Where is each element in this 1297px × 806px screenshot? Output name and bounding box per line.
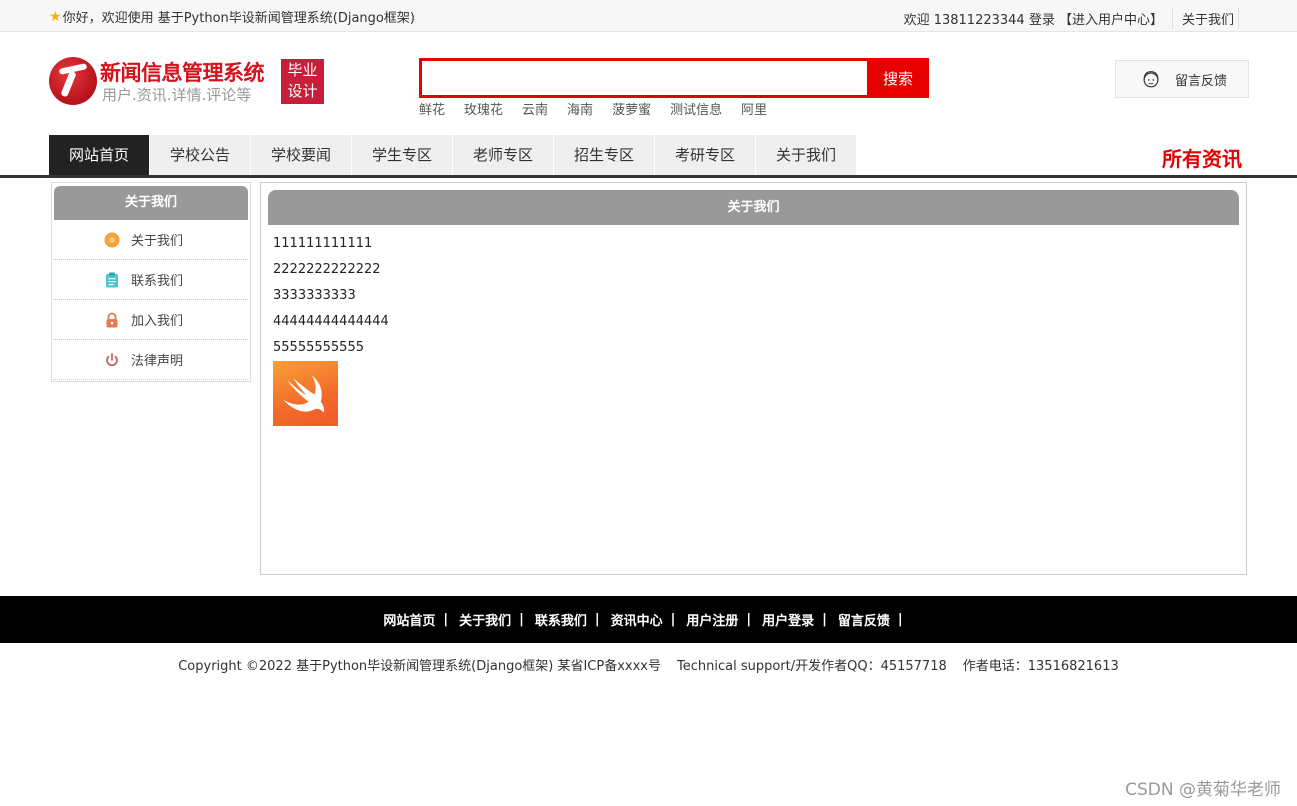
clipboard-icon (106, 272, 118, 287)
user-links: 欢迎 13811223344 登录 【进入用户中心】 关于我们 (904, 7, 1239, 29)
logo-subtitle: 用户.资讯.详情.评论等 (102, 86, 252, 104)
search-input[interactable] (422, 61, 867, 95)
nav-item-admissions[interactable]: 招生专区 (554, 135, 654, 175)
footer-link-about[interactable]: 关于我们 (459, 610, 511, 629)
sidebar-item-about[interactable]: 关于我们 (54, 220, 248, 260)
swift-logo-icon (283, 375, 325, 413)
footer-link-register[interactable]: 用户注册 (686, 610, 738, 629)
footer-link-news[interactable]: 资讯中心 (611, 610, 663, 629)
hotword-link[interactable]: 鲜花 (419, 99, 445, 118)
welcome-message: ★ 你好，欢迎使用 基于Python毕设新闻管理系统(Django框架) (49, 7, 415, 27)
footer-nav: 网站首页 | 关于我们 | 联系我们 | 资讯中心 | 用户注册 | 用户登录 | 留言反馈… (0, 596, 1297, 643)
divider: | (519, 612, 524, 627)
divider: | (746, 612, 752, 627)
hotword-link[interactable]: 测试信息 (670, 99, 722, 118)
watermark: CSDN @黄菊华老师 (1125, 780, 1281, 800)
content-title: 关于我们 (268, 190, 1239, 225)
hotword-link[interactable]: 玫瑰花 (464, 99, 503, 118)
hotword-link[interactable]: 阿里 (741, 99, 767, 118)
footer-link-home[interactable]: 网站首页 (383, 610, 435, 629)
search-box: 搜索 (419, 58, 929, 98)
sidebar-title: 关于我们 (54, 186, 248, 220)
sidebar-item-contact[interactable]: 联系我们 (54, 260, 248, 300)
nav-item-announcements[interactable]: 学校公告 (150, 135, 250, 175)
power-icon (106, 352, 118, 366)
nav-item-about[interactable]: 关于我们 (756, 135, 856, 175)
sidebar-item-join[interactable]: 加入我们 (54, 300, 248, 340)
copyright-text: Copyright ©2022 基于Python毕设新闻管理系统(Django框… (178, 659, 661, 674)
content-line: 3333333333 (273, 288, 356, 303)
divider: | (670, 612, 676, 627)
main-content: 关于我们 111111111111 2222222222222 33333333… (260, 182, 1247, 575)
content-line: 44444444444444 (273, 314, 389, 329)
main-nav: 网站首页 学校公告 学校要闻 学生专区 老师专区 招生专区 考研专区 关于我们 (49, 135, 857, 175)
top-bar: ★ 你好，欢迎使用 基于Python毕设新闻管理系统(Django框架) 欢迎 … (0, 0, 1297, 32)
hotword-link[interactable]: 海南 (567, 99, 593, 118)
all-news-link[interactable]: 所有资讯 (1162, 143, 1242, 172)
divider: | (443, 612, 449, 627)
footer-link-login[interactable]: 用户登录 (762, 610, 814, 629)
phone-text: 作者电话：13516821613 (962, 659, 1119, 674)
footer-link-contact[interactable]: 联系我们 (535, 610, 587, 629)
nav-item-news[interactable]: 学校要闻 (251, 135, 351, 175)
logo-title: 新闻信息管理系统 (100, 61, 265, 85)
support-text: Technical support/开发作者QQ：45157718 (677, 659, 947, 674)
hotword-link[interactable]: 菠萝蜜 (612, 99, 651, 118)
nav-item-home[interactable]: 网站首页 (49, 135, 149, 175)
sidebar: 关于我们 关于我们 联系我们 加入我们 法律声明 (51, 182, 251, 382)
logo-mark-icon (49, 57, 97, 105)
sidebar-item-label: 联系我们 (131, 274, 184, 289)
nav-item-students[interactable]: 学生专区 (352, 135, 452, 175)
divider (1171, 7, 1173, 29)
divider: | (897, 612, 903, 627)
welcome-text: 你好，欢迎使用 基于Python毕设新闻管理系统(Django框架) (62, 11, 415, 26)
feedback-label: 留言反馈 (1175, 73, 1228, 89)
badge-line-2: 设计 (287, 82, 318, 100)
site-logo[interactable]: 新闻信息管理系统 用户.资讯.详情.评论等 毕业 设计 (49, 57, 329, 107)
footer-link-feedback[interactable]: 留言反馈 (838, 610, 890, 629)
sidebar-item-legal[interactable]: 法律声明 (54, 340, 248, 380)
content-image (273, 361, 338, 426)
content-line: 111111111111 (273, 236, 373, 251)
divider (1238, 7, 1239, 29)
nav-underline (0, 175, 1297, 178)
graduation-badge: 毕业 设计 (281, 59, 324, 104)
lock-icon (106, 312, 118, 327)
badge-line-1: 毕业 (287, 61, 318, 79)
hot-keywords: 鲜花 玫瑰花 云南 海南 菠萝蜜 测试信息 阿里 (419, 99, 786, 118)
circle-icon (104, 232, 120, 247)
sidebar-item-label: 加入我们 (131, 314, 184, 329)
content-line: 55555555555 (273, 340, 364, 355)
feedback-button[interactable]: 留言反馈 (1115, 60, 1249, 98)
search-button[interactable]: 搜索 (867, 58, 929, 98)
user-center-link[interactable]: 欢迎 13811223344 登录 【进入用户中心】 (904, 9, 1163, 28)
customer-service-icon (1143, 71, 1159, 88)
copyright-line: Copyright ©2022 基于Python毕设新闻管理系统(Django框… (0, 655, 1297, 674)
sidebar-item-label: 法律声明 (131, 354, 184, 369)
divider: | (822, 612, 827, 627)
sidebar-item-label: 关于我们 (131, 234, 184, 249)
star-icon: ★ (49, 8, 62, 25)
top-about-link[interactable]: 关于我们 (1182, 9, 1234, 28)
divider: | (594, 612, 600, 627)
content-line: 2222222222222 (273, 262, 381, 277)
nav-item-postgraduate[interactable]: 考研专区 (655, 135, 755, 175)
content-body: 111111111111 2222222222222 3333333333 44… (261, 225, 1246, 361)
nav-item-teachers[interactable]: 老师专区 (453, 135, 553, 175)
hotword-link[interactable]: 云南 (522, 99, 548, 118)
